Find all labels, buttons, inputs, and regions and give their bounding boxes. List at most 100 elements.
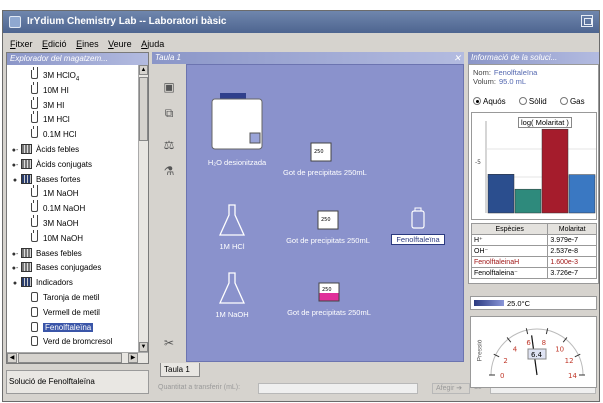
gauge-tick (525, 328, 529, 335)
tree-item[interactable]: 3M NaOH (31, 215, 79, 230)
workbench-item-beaker-2[interactable]: 250 Got de precipitats 250mL (283, 209, 373, 245)
workbench-item-beaker-1[interactable]: 250 Got de precipitats 250mL (283, 141, 367, 177)
tree-item[interactable]: ●- Àcids conjugats (11, 158, 92, 171)
beaker-mark: 250 (314, 149, 324, 155)
molarity-column-header: Molaritat (547, 223, 597, 235)
pour-icon[interactable]: ⚗ (161, 164, 177, 178)
bottle-icon (31, 321, 38, 332)
temperature-fill (474, 300, 504, 306)
menu-edit[interactable]: Edició (42, 36, 67, 52)
pour-button[interactable]: Afegir ➔ (432, 383, 470, 394)
phase-gas-radio[interactable]: Gas (559, 97, 585, 106)
workbench-item-beaker-3[interactable]: 250 Got de precipitats 250mL (283, 281, 375, 317)
expand-toggle-icon[interactable]: ● (11, 277, 19, 290)
tree-item[interactable]: 3M HClO4 (31, 67, 80, 83)
radio-label: Sòlid (528, 97, 547, 106)
solution-info-panel: Informació de la soluci... Nom: Fenolftal… (468, 52, 599, 392)
expand-toggle-icon[interactable]: ●- (11, 262, 19, 275)
shelf-icon (21, 262, 32, 273)
workbench-item-naoh-flask[interactable]: 1M NaOH (207, 271, 257, 319)
menu-file[interactable]: Fitxer (10, 36, 33, 52)
copy-icon[interactable]: ⧉ (161, 106, 177, 120)
scroll-down-arrow-icon[interactable]: ▼ (139, 342, 148, 352)
species-header-row: Espècies Molaritat (470, 223, 597, 235)
tab-workbench-1[interactable]: Taula 1 (160, 363, 200, 377)
paste-icon[interactable]: ▣ (161, 80, 177, 94)
flask-icon (31, 229, 38, 242)
name-value: Fenolftaleïna (493, 68, 538, 77)
expand-toggle-icon[interactable]: ●- (11, 248, 19, 261)
tree-item[interactable]: ●- Bases conjugades (11, 261, 101, 274)
scale-icon[interactable]: ⚖ (161, 138, 177, 152)
beaker-mark: 250 (322, 287, 332, 293)
flask-icon (31, 215, 38, 227)
radio-label: Gas (569, 97, 585, 106)
tree-item[interactable]: ●- Àcids febles (11, 143, 79, 156)
radio-label: Aquós (483, 97, 506, 106)
workbench-item-phenolphthalein[interactable]: Fenolftaleïna (391, 207, 445, 245)
workbench-item-water[interactable]: H₂O desionitzada (197, 91, 277, 167)
menu-view[interactable]: Veure (108, 36, 132, 52)
tree-item[interactable]: 1M NaOH (31, 185, 79, 200)
volume-label: Volum: (473, 77, 496, 86)
item-label: Got de precipitats 250mL (283, 168, 367, 177)
tree-item[interactable]: Verd de bromcresol (31, 335, 112, 348)
tree-item[interactable]: Vermell de metil (31, 306, 100, 319)
tree-item[interactable]: 0.1M HCl (31, 126, 76, 141)
transfer-amount-input[interactable] (258, 383, 418, 394)
title-bar: IrYdium Chemistry Lab -- Laboratori bàsi… (3, 11, 599, 33)
gauge-tick-label: 4 (513, 345, 518, 353)
flask-icon (31, 96, 38, 109)
scroll-thumb[interactable] (139, 77, 148, 141)
tree-item[interactable]: ● Indicadors (11, 276, 73, 289)
menu-tools[interactable]: Eines (76, 36, 99, 52)
phase-aqueous-radio[interactable]: Aquós (473, 97, 506, 106)
temperature-value: 25.0°C (507, 299, 531, 308)
tree-item[interactable]: 1M HCl (31, 111, 70, 126)
species-molarity: 1.600e-3 (547, 256, 597, 268)
tree-item-label: 10M HI (43, 85, 69, 95)
tree-item[interactable]: 10M HI (31, 81, 69, 97)
explorer-vertical-scrollbar[interactable]: ▲ ▼ (138, 65, 148, 352)
tree-item-subscript: 4 (75, 76, 80, 83)
item-label: 1M NaOH (215, 310, 249, 319)
tree-item[interactable]: 3M HI (31, 96, 64, 112)
menu-help[interactable]: Ajuda (141, 36, 164, 52)
molarity-chart: -5 log( Molaritat ) (471, 112, 597, 220)
tree-item-label: 0.1M NaOH (43, 204, 86, 214)
close-icon[interactable]: ✕ (453, 52, 461, 64)
shelf-icon (21, 158, 32, 169)
selected-solution-label: Solució de Fenolftaleïna (6, 370, 149, 394)
tree-item[interactable]: 10M NaOH (31, 229, 83, 245)
tree-item[interactable]: Taronja de metil (31, 291, 99, 304)
scroll-right-arrow-icon[interactable]: ▶ (128, 353, 138, 363)
tree-item[interactable]: Fenolftaleïna (31, 321, 94, 334)
expand-toggle-icon[interactable]: ●- (11, 144, 19, 157)
gauge-tick-label: 14 (568, 372, 577, 380)
phase-solid-radio[interactable]: Sòlid (518, 97, 547, 106)
explorer-horizontal-scrollbar[interactable]: ◀ ▶ (7, 352, 148, 363)
horizontal-scroll-thumb[interactable] (18, 353, 122, 363)
ph-readout: 6.4 (531, 351, 543, 359)
name-label: Nom: (473, 68, 491, 77)
scroll-up-arrow-icon[interactable]: ▲ (139, 65, 148, 75)
table-row: OH⁻ 2.537e-8 (470, 245, 597, 257)
workbench-canvas[interactable]: H₂O desionitzada 250 Got de precipitats … (186, 64, 464, 362)
restore-window-button[interactable] (581, 15, 593, 27)
species-name: FenolftaleinaH (470, 256, 549, 268)
expand-toggle-icon[interactable]: ● (11, 174, 19, 187)
tree-item[interactable]: ● Bases fortes (11, 173, 80, 186)
species-column-header: Espècies (470, 223, 549, 235)
tree-item-label: 3M HClO (43, 71, 76, 80)
expand-toggle-icon[interactable]: ●- (11, 159, 19, 172)
scroll-left-arrow-icon[interactable]: ◀ (7, 353, 17, 363)
item-label: Got de precipitats 250mL (286, 236, 370, 245)
beaker-mark: 250 (321, 217, 331, 223)
tree-item[interactable]: ●- Bases febles (11, 247, 82, 260)
y-tick-label: -5 (475, 159, 481, 166)
workbench-item-hcl-flask[interactable]: 1M HCl (207, 203, 257, 251)
clear-icon[interactable]: ✂ (161, 336, 177, 350)
flask-icon (31, 185, 38, 198)
tree-item[interactable]: 0.1M NaOH (31, 200, 86, 215)
species-name: OH⁻ (470, 245, 549, 257)
